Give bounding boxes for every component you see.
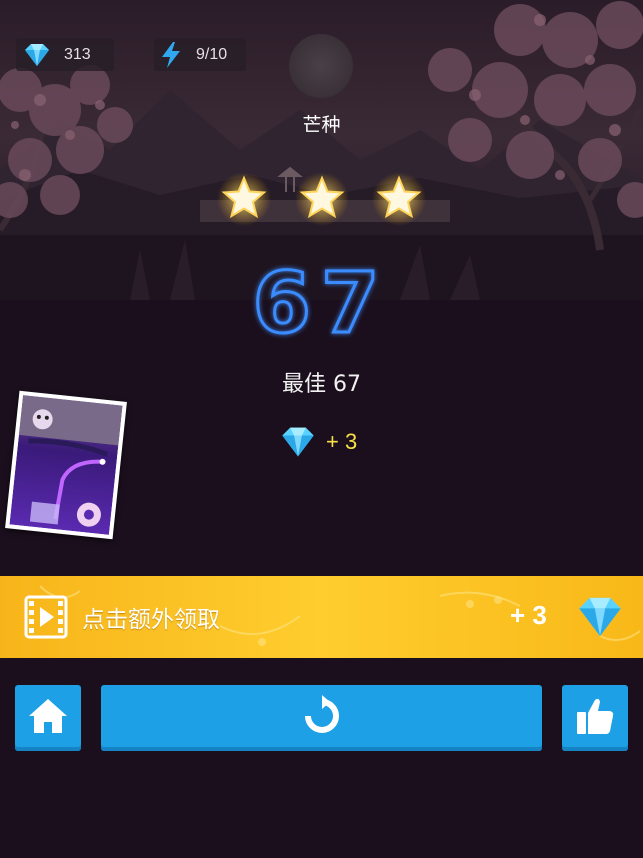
video-icon [22,593,70,641]
gem-icon [278,425,318,459]
share-thumbnail[interactable] [5,390,127,540]
home-icon [27,696,69,740]
score-value: 67 [253,262,390,342]
retry-icon [300,694,344,742]
like-button[interactable] [562,685,628,751]
energy-counter: 9/10 [154,38,246,71]
watch-ad-label: 点击额外领取 [82,607,220,633]
retry-button[interactable] [101,685,542,751]
thumbs-up-icon [573,694,617,742]
gem-counter: 313 [16,38,114,71]
score-display: 67 [0,253,643,354]
best-score: 最佳 67 [282,372,361,397]
watch-ad-banner[interactable]: 点击额外领取 + 3 [0,576,643,658]
star-icon [294,170,350,226]
star-rating [215,168,430,228]
home-button[interactable] [15,685,81,751]
star-icon [371,170,427,226]
gem-count: 313 [64,45,91,63]
moon [289,34,353,98]
ad-bonus-amount: + 3 [510,600,547,630]
gem-reward-amount: + 3 [326,429,358,454]
gem-icon [574,594,626,640]
gem-icon [22,42,54,68]
energy-count: 9/10 [196,45,228,63]
song-title: 芒种 [302,114,341,136]
star-icon [216,170,272,226]
gem-reward: + 3 [278,422,357,462]
lightning-icon [158,41,184,69]
